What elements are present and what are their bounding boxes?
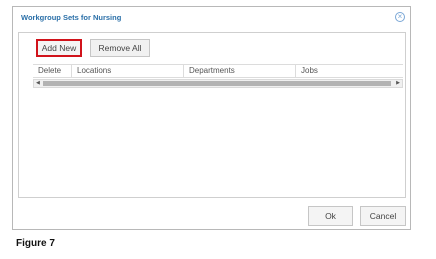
horizontal-scrollbar[interactable]: ◀ ▶ — [33, 79, 403, 88]
scrollbar-thumb[interactable] — [43, 81, 391, 86]
dialog-titlebar: Workgroup Sets for Nursing × — [13, 7, 410, 29]
scroll-right-icon[interactable]: ▶ — [396, 80, 400, 87]
add-new-button[interactable]: Add New — [36, 39, 82, 57]
workgroup-panel: Add New Remove All Delete Locations Depa… — [18, 32, 406, 198]
cancel-button[interactable]: Cancel — [360, 206, 406, 226]
figure-caption: Figure 7 — [16, 238, 55, 249]
grid-header: Delete Locations Departments Jobs — [33, 64, 403, 78]
ok-button[interactable]: Ok — [308, 206, 353, 226]
dialog-title: Workgroup Sets for Nursing — [21, 13, 122, 22]
close-icon[interactable]: × — [395, 12, 405, 22]
column-header-departments[interactable]: Departments — [183, 65, 295, 77]
column-header-locations[interactable]: Locations — [71, 65, 183, 77]
remove-all-button[interactable]: Remove All — [90, 39, 150, 57]
column-header-jobs[interactable]: Jobs — [295, 65, 403, 77]
column-header-delete[interactable]: Delete — [33, 65, 71, 77]
scroll-left-icon[interactable]: ◀ — [36, 80, 40, 87]
workgroup-sets-dialog: Workgroup Sets for Nursing × Add New Rem… — [12, 6, 411, 230]
